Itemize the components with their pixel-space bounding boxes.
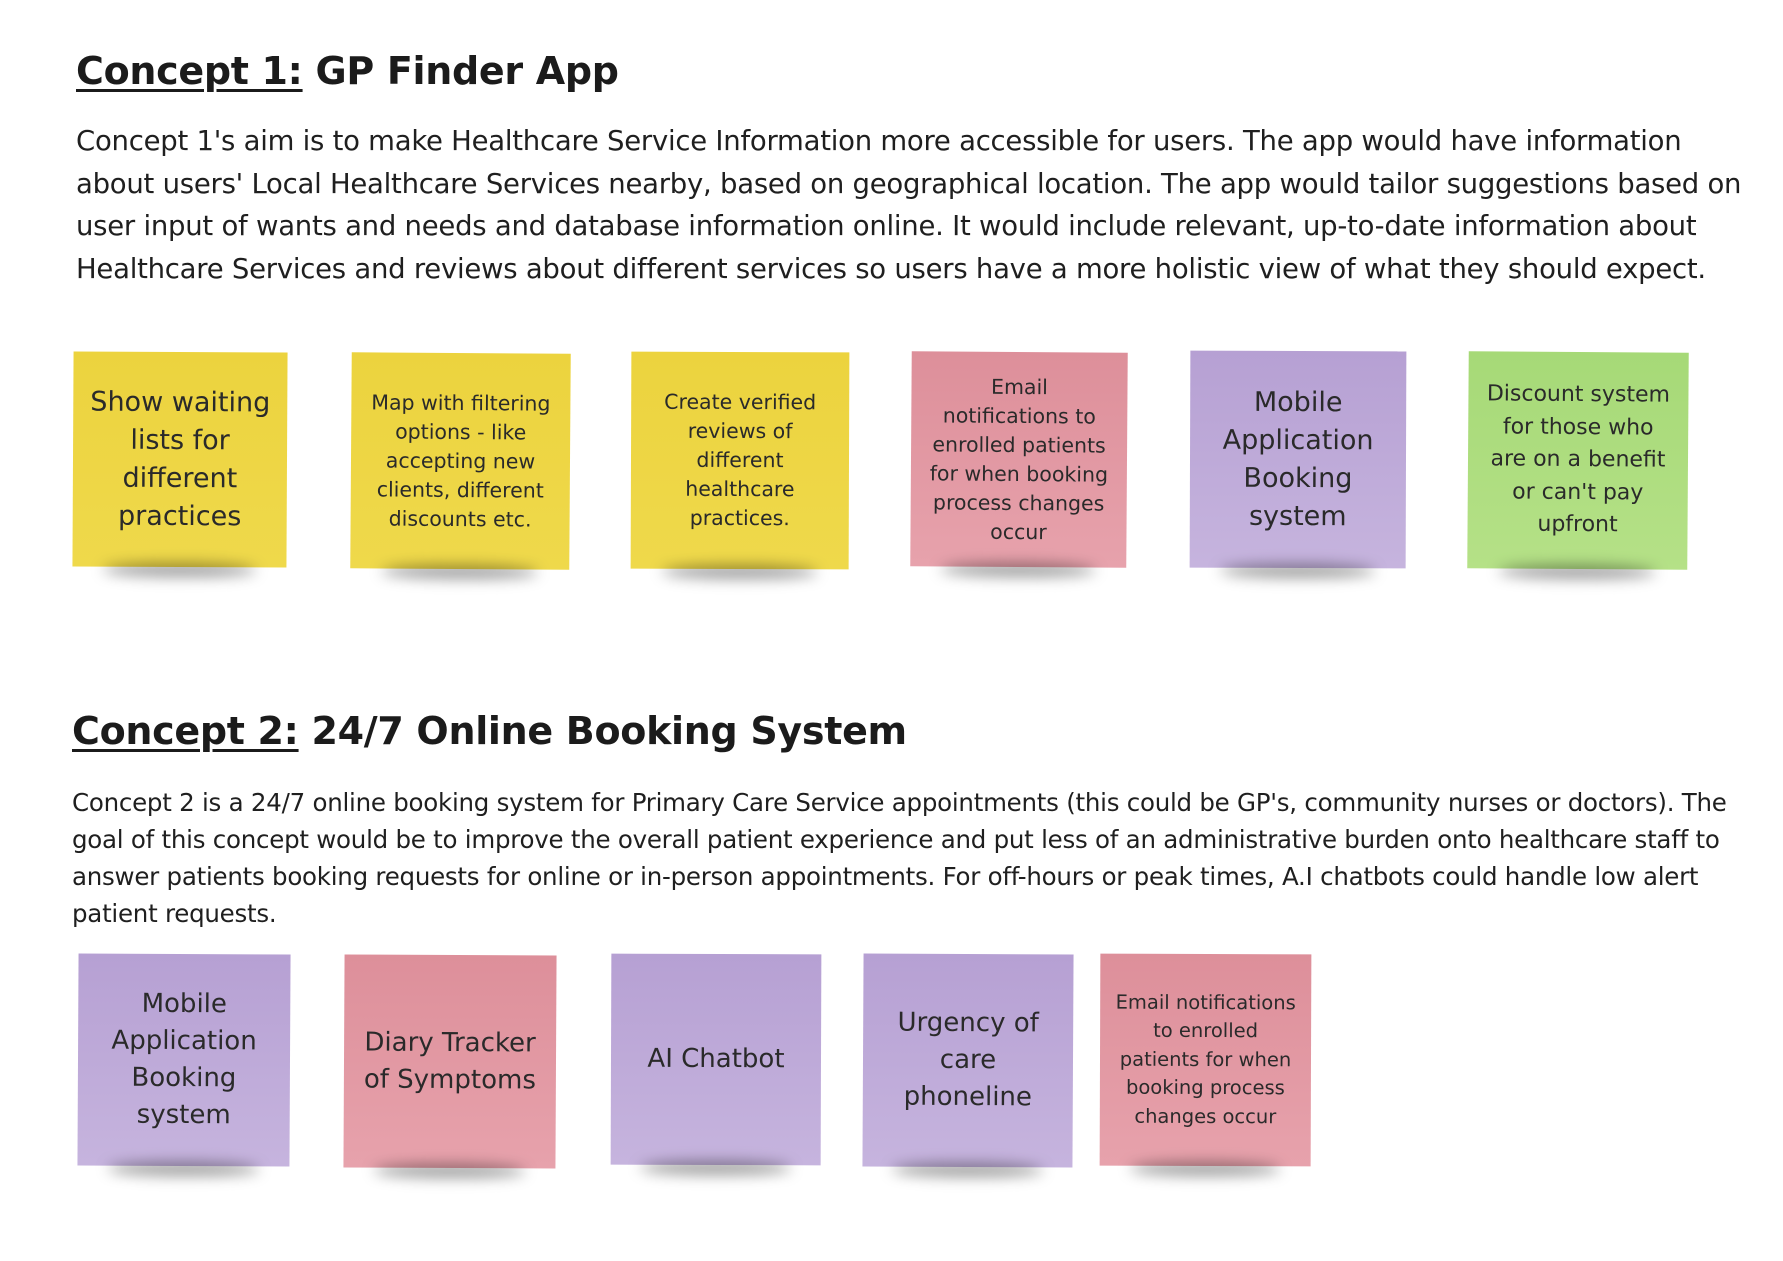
sticky-note[interactable]: Mobile Application Booking system: [77, 953, 291, 1167]
sticky-note[interactable]: Urgency of care phoneline: [862, 953, 1074, 1168]
sticky-note-text: Mobile Application Booking system: [1222, 386, 1374, 532]
sticky-note-text: AI Chatbot: [647, 1043, 785, 1075]
concept-2-heading: Concept 2: 24/7 Online Booking System: [72, 709, 907, 753]
sticky-note[interactable]: Email notifications to enrolled patients…: [910, 351, 1128, 568]
sticky-note-text: Email notifications to enrolled patients…: [1115, 990, 1296, 1128]
concept-2-label: Concept 2:: [72, 709, 299, 753]
concept-1-title: GP Finder App: [302, 49, 619, 93]
sticky-note-text: Map with filtering options - like accept…: [371, 389, 551, 531]
sticky-note[interactable]: Discount system for those who are on a b…: [1467, 351, 1689, 570]
sticky-note-text: Discount system for those who are on a b…: [1486, 381, 1671, 538]
sticky-note[interactable]: Diary Tracker of Symptoms: [343, 954, 557, 1169]
concept-1-description: Concept 1's aim is to make Healthcare Se…: [76, 125, 1742, 285]
sticky-note-text: Mobile Application Booking system: [111, 988, 257, 1131]
sticky-note[interactable]: AI Chatbot: [610, 953, 822, 1166]
sticky-note[interactable]: Show waiting lists for different practic…: [72, 351, 288, 568]
concept-2-title: 24/7 Online Booking System: [298, 709, 908, 753]
sticky-note[interactable]: Mobile Application Booking system: [1189, 350, 1407, 569]
sticky-note-text: Show waiting lists for different practic…: [90, 386, 271, 532]
sticky-note[interactable]: Create verified reviews of different hea…: [630, 351, 850, 570]
sticky-note[interactable]: Map with filtering options - like accept…: [350, 352, 571, 570]
sticky-note[interactable]: Email notifications to enrolled patients…: [1099, 953, 1312, 1167]
concept-1-label: Concept 1:: [76, 49, 303, 93]
sticky-note-text: Create verified reviews of different hea…: [664, 389, 817, 531]
concept-2-description: Concept 2 is a 24/7 online booking syste…: [72, 788, 1727, 928]
concept-1-heading: Concept 1: GP Finder App: [76, 49, 619, 93]
sticky-note-text: Email notifications to enrolled patients…: [929, 374, 1109, 544]
sticky-note-text: Diary Tracker of Symptoms: [363, 1027, 536, 1095]
sticky-note-text: Urgency of care phoneline: [897, 1007, 1039, 1113]
